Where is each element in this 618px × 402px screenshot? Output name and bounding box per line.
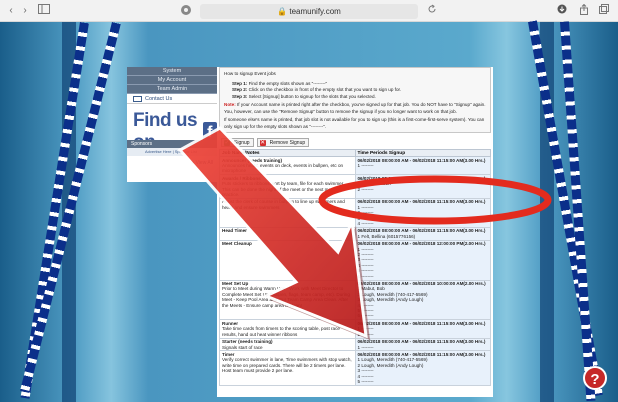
sidebar-toggle-icon[interactable] [38, 4, 50, 18]
sidebar-item-team-admin[interactable]: Team Admin [127, 85, 217, 94]
reload-icon[interactable] [426, 4, 438, 18]
slots-cell: 06/02/2018 08:00:00 AM - 06/02/2018 10:0… [354, 279, 491, 321]
forward-icon[interactable]: › [20, 4, 30, 18]
view-all-link[interactable]: » View All [127, 158, 217, 168]
job-cell: Timer Verify correct swimmer in lane, Tim… [219, 350, 356, 386]
job-notes: Signals start of race [222, 344, 263, 350]
browser-toolbar: ‹ › 🔒 teamunify.com [0, 0, 618, 22]
back-icon[interactable]: ‹ [6, 4, 16, 18]
contact-us-link[interactable]: Contact Us [127, 94, 217, 104]
time-period: 06/02/2018 08:00:00 AM - 06/02/2018 11:1… [357, 199, 486, 205]
signup-slot[interactable]: 6 -------- [358, 274, 489, 279]
job-notes: Prior to Meet during Warm Ups - Work wit… [222, 286, 350, 308]
column-header-job: Job Name/Notes [219, 149, 356, 157]
table-row: Meet Set Up Prior to Meet during Warm Ups… [219, 279, 491, 321]
jobs-table: Job Name/Notes Time Periods Signup Annou… [219, 149, 491, 386]
url-text: teamunify.com [289, 7, 341, 16]
address-bar[interactable]: 🔒 teamunify.com [200, 4, 418, 19]
job-notes: Verify correct swimmer in lane, Time swi… [222, 357, 352, 374]
time-period: 06/02/2018 08:00:00 AM - 06/02/2018 11:1… [357, 157, 486, 163]
sponsors-header: Sponsors [127, 140, 217, 148]
slots-cell: 06/02/2018 08:00:00 AM - 06/02/2018 11:1… [354, 319, 491, 339]
remove-signup-button[interactable]: ✕ Remove Signup [256, 138, 310, 147]
table-row: Starter (needs training) Signals start of… [219, 337, 491, 352]
share-icon[interactable] [578, 3, 590, 18]
slots-cell: 06/02/2018 08:00:00 AM - 06/02/2018 11:1… [354, 350, 491, 386]
job-name: Head Timer [222, 228, 247, 234]
column-header-time: Time Periods Signup [354, 149, 491, 157]
signup-slot[interactable]: 4 -------- [358, 221, 489, 226]
signup-instructions: How to signup Event jobs Step 1: Find th… [219, 67, 491, 133]
close-icon: ✕ [259, 140, 266, 146]
help-button[interactable]: ? [583, 366, 607, 390]
main-content: How to signup Event jobs Step 1: Find th… [217, 67, 493, 397]
job-cell: Head Timer [219, 226, 356, 241]
instructions-note: Note: If your Account name is printed ri… [224, 102, 486, 114]
job-cell: Meet Cleanup [219, 239, 356, 281]
sidebar-item-my-account[interactable]: My Account [127, 76, 217, 85]
slots-cell: 06/02/2018 08:00:00 AM - 06/02/2018 11:1… [354, 197, 491, 228]
instructions-title: How to signup Event jobs [224, 71, 276, 76]
job-cell: Assist the clerk of course in bullpen to… [219, 197, 356, 228]
signup-button[interactable]: ✓ Signup [221, 138, 254, 147]
job-notes: Take time cards from timers to the scori… [222, 326, 340, 337]
signup-toolbar: ✓ Signup ✕ Remove Signup [221, 138, 310, 148]
tabs-icon[interactable] [598, 4, 610, 18]
table-row: Head Timer 06/02/2018 08:00:00 AM - 06/02… [219, 226, 491, 241]
privacy-icon[interactable] [180, 4, 192, 18]
job-cell: Announcer (needs training) Announces heat… [219, 155, 356, 176]
table-row: Timer Verify correct swimmer in lane, Tim… [219, 350, 491, 386]
signup-slot[interactable]: 2 -------- [358, 332, 489, 337]
slots-cell: 06/02/2018 08:00:00 AM - 06/02/2018 12:0… [354, 239, 491, 281]
table-row: Runner Take time cards from timers to the… [219, 319, 491, 339]
signup-slot[interactable]: 1 Felt, Bellina (6015776156) [358, 234, 489, 239]
time-period: 06/02/2018 08:00:00 AM - 06/02/2018 11:1… [357, 320, 486, 326]
download-icon[interactable] [556, 4, 568, 18]
job-cell: Runner Take time cards from timers to the… [219, 319, 356, 339]
slots-cell: 06/02/2018 08:00:00 AM - 06/02/2018 11:1… [354, 174, 491, 199]
contact-us-label: Contact Us [145, 96, 173, 102]
instruction-step: Step 3: Select [Signup] button to signup… [232, 93, 376, 99]
slots-cell: 06/02/2018 08:00:00 AM - 06/02/2018 11:1… [354, 226, 491, 241]
job-cell: Starter (needs training) Signals start of… [219, 337, 356, 352]
job-cell: Awards / Ribbons Puts stickers to ribbons… [219, 174, 356, 199]
job-notes: Assist the clerk of course in bullpen to… [222, 199, 345, 210]
signup-slot[interactable]: 6 -------- [358, 313, 489, 318]
signup-slot[interactable]: 1 -------- [358, 345, 489, 350]
signup-slot[interactable]: 1 -------- [358, 163, 489, 168]
instructions-para: If someone else's name is printed, that … [224, 117, 485, 129]
table-row: Announcer (needs training) Announces heat… [219, 155, 491, 176]
sidebar-item-system[interactable]: System [127, 67, 217, 76]
signup-slot[interactable]: 2 -------- [358, 187, 489, 192]
sponsors-links[interactable]: Advertise Here | Sponsor List [127, 148, 217, 156]
job-notes: Puts stickers to ribbons, sort by team, … [222, 181, 345, 197]
check-icon: ✓ [224, 140, 230, 146]
time-period: 06/02/2018 08:00:00 AM - 06/02/2018 11:1… [357, 228, 486, 234]
facebook-icon: f [202, 122, 217, 142]
table-row: Meet Cleanup 06/02/2018 08:00:00 AM - 06/… [219, 239, 491, 281]
table-row: Awards / Ribbons Puts stickers to ribbons… [219, 174, 491, 199]
slots-cell: 06/02/2018 08:00:00 AM - 06/02/2018 11:1… [354, 337, 491, 352]
job-name: Meet Cleanup [222, 241, 252, 247]
slots-cell: 06/02/2018 08:00:00 AM - 06/02/2018 11:1… [354, 155, 491, 176]
signup-slot[interactable]: 5 -------- [358, 379, 489, 384]
lock-icon: 🔒 [277, 7, 288, 16]
job-notes: Announces heats, events on deck, events … [222, 162, 344, 174]
time-period: 06/02/2018 08:00:00 AM - 06/02/2018 11:1… [357, 339, 486, 345]
table-row: Assist the clerk of course in bullpen to… [219, 197, 491, 228]
time-period: 06/02/2018 08:00:00 AM - 06/02/2018 12:0… [357, 241, 486, 247]
job-cell: Meet Set Up Prior to Meet during Warm Ups… [219, 279, 356, 321]
envelope-icon [133, 96, 142, 102]
